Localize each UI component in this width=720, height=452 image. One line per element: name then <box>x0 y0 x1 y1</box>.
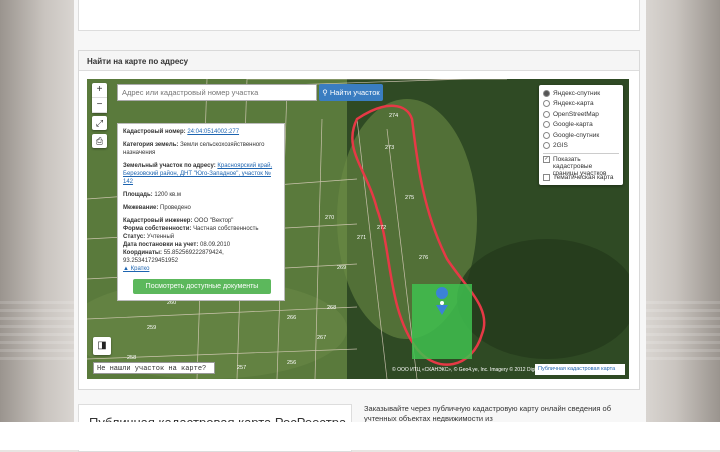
bottom-overlay <box>0 422 720 450</box>
parcel-number-label: 273 <box>385 145 394 151</box>
top-card <box>78 0 640 31</box>
layer-yandex-map[interactable]: Яндекс-карта <box>543 99 619 110</box>
checkbox-checked-icon: ✓ <box>543 156 550 163</box>
parcel-number-label: 271 <box>357 235 366 241</box>
fullscreen-icon[interactable]: ⤢ <box>92 116 107 130</box>
map-copyright: © ООО ИТЦ «СКАНЭКС», © Geo4.ye, Inc. Ima… <box>392 367 555 373</box>
radio-icon <box>543 89 550 97</box>
layer-openstreetmap[interactable]: OpenStreetMap <box>543 109 619 120</box>
radio-icon <box>543 142 550 150</box>
page: Найти на карте по адресу 274 273 275 276… <box>74 0 646 452</box>
parcel-number-label: 267 <box>317 335 326 341</box>
panel-title: Найти на карте по адресу <box>79 51 639 71</box>
zoom-out-button[interactable]: − <box>92 98 107 113</box>
divider <box>543 153 619 154</box>
bottom-description: Заказывайте через публичную кадастровую … <box>364 404 612 423</box>
parcel-number-label: 272 <box>377 225 386 231</box>
find-plot-label: Найти участок <box>329 88 380 97</box>
thematic-map-checkbox[interactable]: Тематическая карта <box>543 172 619 183</box>
parcel-number-label: 275 <box>405 195 414 201</box>
collapse-link[interactable]: ▲ Кратко <box>123 266 149 272</box>
view-documents-button[interactable]: Посмотреть доступные документы <box>133 279 271 294</box>
parcel-number-label: 274 <box>389 113 398 119</box>
parcel-number-label: 266 <box>287 315 296 321</box>
radio-icon <box>543 100 550 108</box>
zoom-in-button[interactable]: + <box>92 83 107 98</box>
radio-icon <box>543 121 550 129</box>
parcel-number-label: 258 <box>127 355 136 361</box>
search-input[interactable] <box>117 84 317 101</box>
parcel-number-label: 269 <box>337 265 346 271</box>
satellite-map[interactable]: 2742732752762722712702692682672662652642… <box>87 79 629 379</box>
layer-google-satellite[interactable]: Google-спутник <box>543 130 619 141</box>
background-right <box>646 0 720 450</box>
parcel-number-label: 270 <box>325 215 334 221</box>
find-plot-button[interactable]: ⚲ Найти участок <box>319 84 383 101</box>
map-panel: Найти на карте по адресу 274 273 275 276… <box>78 50 640 390</box>
parcel-number-label: 257 <box>237 365 246 371</box>
plot-info-popup: Кадастровый номер: 24:04:0514002:277 Кат… <box>117 123 285 301</box>
radio-icon <box>543 131 550 139</box>
measure-icon[interactable]: ◨ <box>93 337 111 355</box>
parcel-number-label: 268 <box>327 305 336 311</box>
print-icon[interactable]: ⎙ <box>92 134 107 148</box>
search-icon: ⚲ <box>322 88 330 97</box>
radio-icon <box>543 110 550 118</box>
layer-2gis[interactable]: 2GIS <box>543 141 619 152</box>
layer-switcher: Яндекс-спутник Яндекс-карта OpenStreetMa… <box>539 85 623 185</box>
zoom-control: + − <box>92 83 107 113</box>
cadastral-number-link[interactable]: 24:04:0514002:277 <box>187 129 239 135</box>
public-map-link[interactable]: Публичная кадастровая карта <box>535 364 625 375</box>
parcel-number-label: 256 <box>287 360 296 366</box>
not-found-help-link[interactable]: Не нашли участок на карте? <box>93 362 215 374</box>
show-cadastral-checkbox[interactable]: ✓ Показать кадастровые границы участков <box>543 156 619 177</box>
layer-google-map[interactable]: Google-карта <box>543 120 619 131</box>
parcel-number-label: 259 <box>147 325 156 331</box>
checkbox-icon <box>543 173 550 181</box>
parcel-number-label: 276 <box>419 255 428 261</box>
background-left <box>0 0 74 450</box>
layer-yandex-satellite[interactable]: Яндекс-спутник <box>543 88 619 99</box>
